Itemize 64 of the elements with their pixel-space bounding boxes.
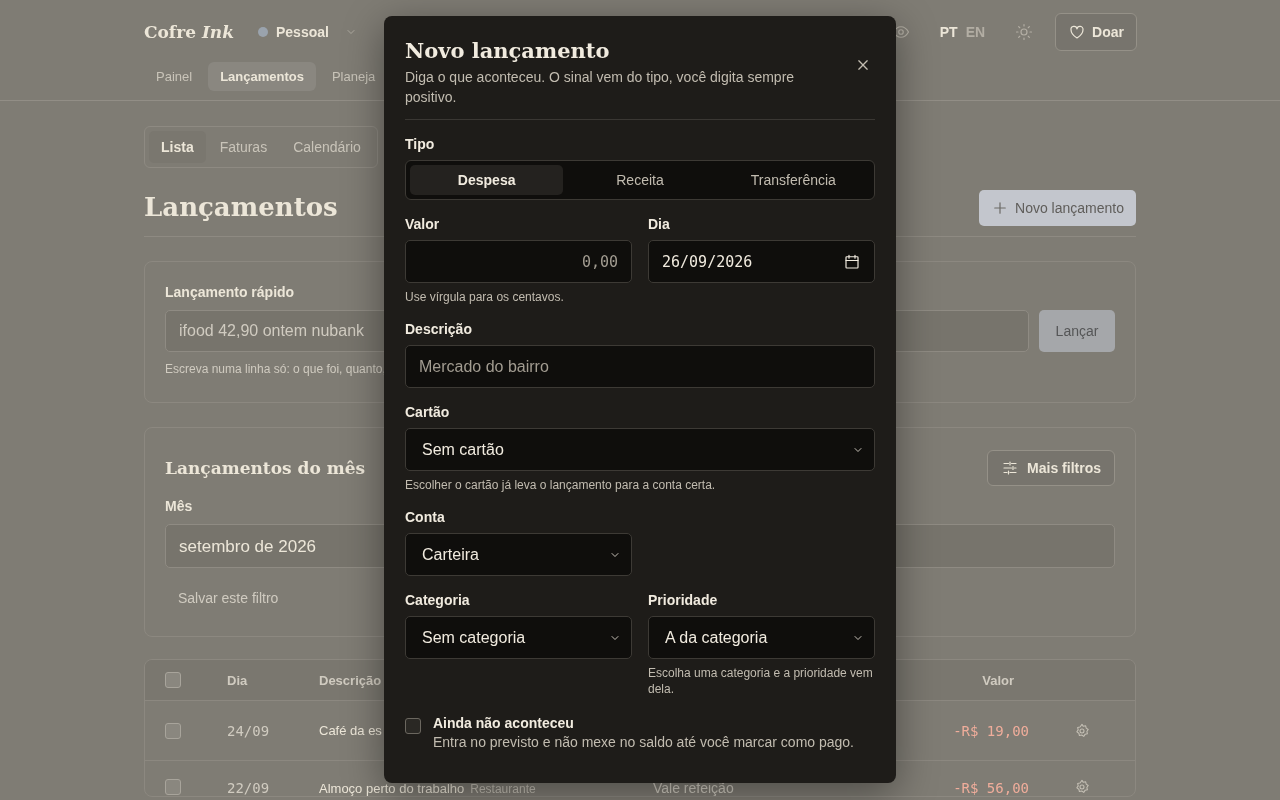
view-tab[interactable]: Lista <box>149 131 206 163</box>
hint-text: Escolher o cartão já leva o lançamento para a conta certa. <box>405 477 717 493</box>
field-label: Prioridade <box>648 592 719 608</box>
field-label: Conta <box>405 509 446 525</box>
dialog-title: Novo lançamento <box>405 38 611 63</box>
field-label: Categoria <box>405 592 471 608</box>
donate-button[interactable]: Doar <box>1055 13 1137 51</box>
description-field[interactable]: Mercado do bairro <box>405 345 875 388</box>
close-icon[interactable] <box>858 60 868 70</box>
language-option[interactable]: PT <box>939 24 958 40</box>
table-cell: 22/09 <box>227 781 270 795</box>
checkbox[interactable] <box>165 722 181 739</box>
new-entry-button[interactable]: Novo lançamento <box>979 190 1136 226</box>
field-label: Tipo <box>405 136 436 152</box>
column-header: Valor <box>982 673 1015 687</box>
table-cell: -R$ 56,00 <box>953 781 1029 795</box>
view-tab[interactable]: Faturas <box>207 131 280 163</box>
dropdown[interactable]: Sem categoria <box>405 616 632 659</box>
hint-text: Escreva numa linha só: o que foi, quanto, <box>165 362 386 376</box>
amount-field[interactable]: 0,00 <box>405 240 632 283</box>
checkbox-label: Ainda não aconteceu <box>433 715 575 731</box>
workspace-selector[interactable]: Pessoal <box>257 24 357 40</box>
field-label: Mês <box>165 498 193 514</box>
field-label: Descrição <box>405 321 473 337</box>
table-cell: Café da es <box>319 724 382 737</box>
hint-text: Escolha uma categoria e a prioridade vem dela. <box>648 665 874 697</box>
dropdown[interactable]: A da categoria <box>648 616 875 659</box>
hint-text: Use vírgula para os centavos. <box>405 289 565 305</box>
filters-button[interactable]: Mais filtros <box>987 450 1115 486</box>
heart-icon <box>1068 23 1087 41</box>
column-header: Dia <box>227 673 248 687</box>
app-logo[interactable]: Cofre Ink <box>144 22 234 42</box>
section-title: Lançamentos do mês <box>165 458 366 478</box>
type-option[interactable]: Receita <box>563 165 717 195</box>
settings-icon[interactable] <box>1074 722 1090 739</box>
date-field[interactable]: 26/09/2026 <box>648 240 875 283</box>
settings-icon[interactable] <box>1074 779 1090 795</box>
nav-tab[interactable]: Painel <box>144 62 205 91</box>
type-option[interactable]: Despesa <box>410 165 564 195</box>
column-header: Descrição <box>319 673 382 687</box>
field-label: Cartão <box>405 404 451 420</box>
field-label: Valor <box>405 216 441 232</box>
checkbox[interactable] <box>165 672 181 688</box>
helper-text: Entra no previsto e não mexe no saldo até você marcar como pago. <box>433 734 854 750</box>
table-cell: Vale refeição <box>653 781 734 795</box>
checkbox[interactable] <box>165 779 181 795</box>
calendar-icon <box>843 252 861 271</box>
field-label: Dia <box>648 216 671 232</box>
checkbox[interactable] <box>405 718 421 734</box>
table-cell: 24/09 <box>227 723 270 738</box>
table-cell: Almoço perto do trabalho <box>319 782 465 795</box>
dropdown[interactable]: Sem cartão <box>405 428 875 471</box>
sun-icon[interactable] <box>1015 23 1034 41</box>
sliders-icon <box>1001 459 1020 477</box>
field-label: Lançamento rápido <box>165 284 295 300</box>
page-title: Lançamentos <box>144 192 338 222</box>
save-filter-link[interactable]: Salvar este filtro <box>165 568 292 610</box>
dropdown[interactable]: Carteira <box>405 533 632 576</box>
nav-tab[interactable]: Planeja <box>319 62 388 91</box>
view-tab[interactable]: Calendário <box>281 131 373 163</box>
dialog-subtitle: Diga o que aconteceu. O sinal vem do tipo, você digita sempre positivo. <box>405 67 875 120</box>
table-cell: -R$ 19,00 <box>953 723 1029 738</box>
nav-tab[interactable]: Lançamentos <box>208 62 316 91</box>
type-option[interactable]: Transferência <box>716 165 870 195</box>
